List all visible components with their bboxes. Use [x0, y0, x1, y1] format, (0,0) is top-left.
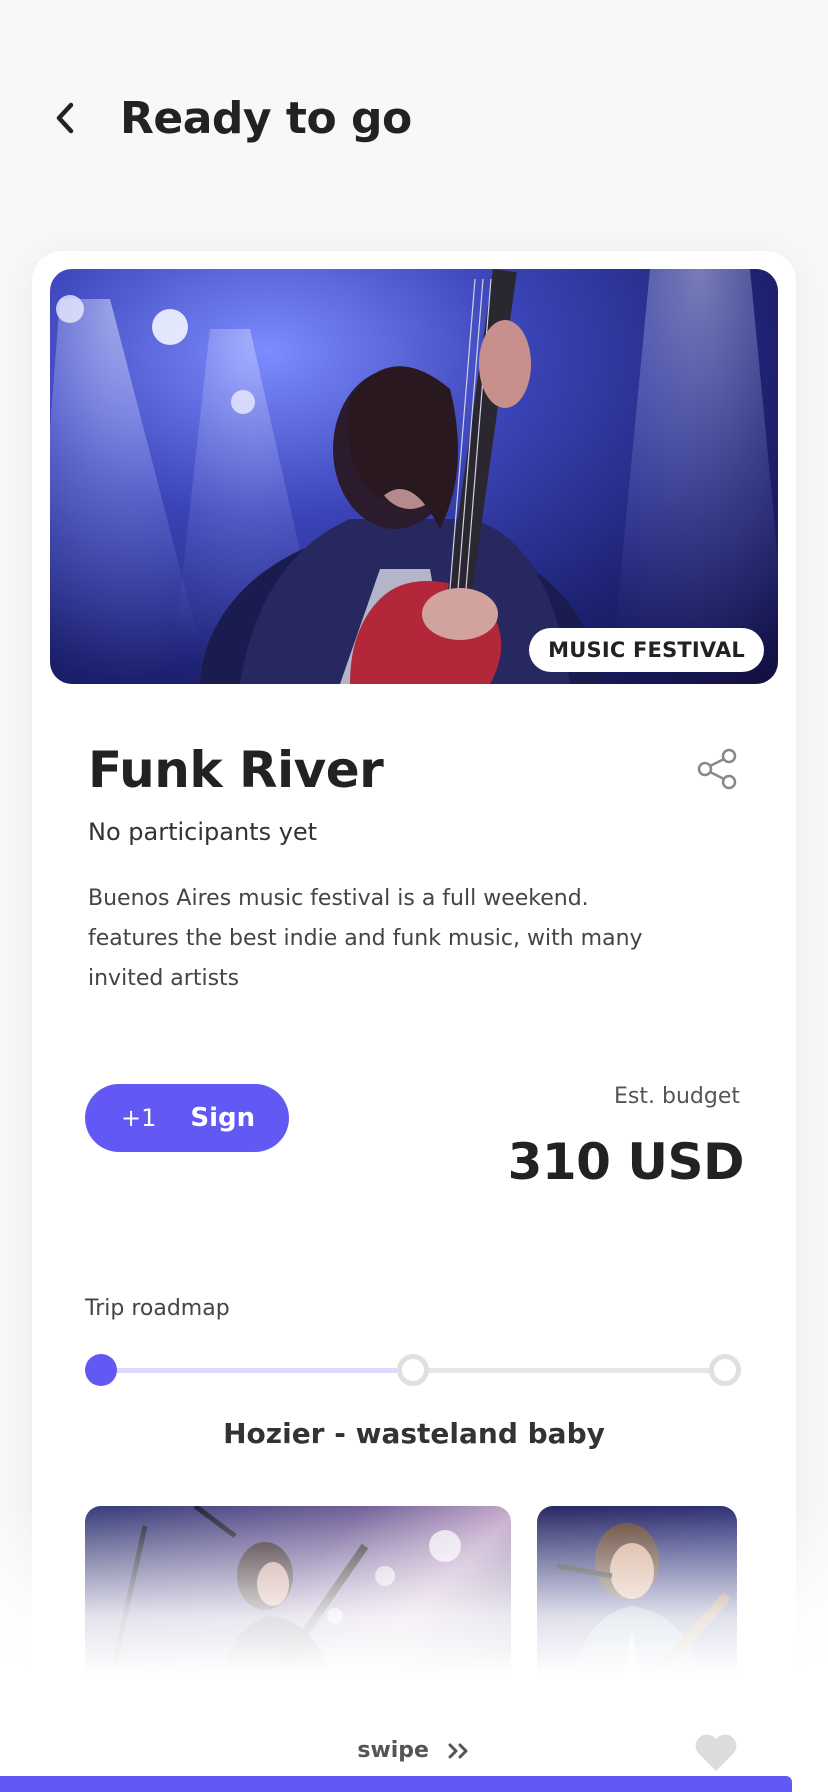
sign-count: +1 [121, 1104, 157, 1132]
budget-label: Est. budget [614, 1084, 740, 1109]
favorite-button[interactable] [693, 1733, 739, 1773]
bottom-accent-bar [0, 1776, 792, 1792]
event-title: Funk River [88, 741, 384, 799]
swipe-label: swipe [357, 1738, 429, 1763]
roadmap-step-2[interactable] [397, 1354, 429, 1386]
double-chevron-right-icon [448, 1743, 468, 1759]
concert-photo-illustration [102, 1506, 461, 1706]
roadmap-step-1[interactable] [85, 1354, 117, 1386]
concert-photo-illustration [50, 269, 778, 684]
event-card: MUSIC FESTIVAL Funk River No participant… [32, 251, 796, 1792]
song-title: Hozier - wasteland baby [223, 1417, 605, 1450]
chevron-left-icon [56, 102, 74, 134]
roadmap-label: Trip roadmap [85, 1296, 230, 1321]
header: Ready to go [50, 88, 412, 148]
concert-photo-illustration [556, 1523, 731, 1706]
roadmap-progress [85, 1353, 741, 1387]
sign-button[interactable]: +1 Sign [85, 1084, 289, 1152]
budget-value: 310 USD [507, 1133, 745, 1191]
screen: Ready to go MUSIC FESTIVAL Funk River No… [0, 0, 828, 1792]
sign-label: Sign [190, 1103, 256, 1133]
page-title: Ready to go [120, 92, 412, 144]
gallery-image-2[interactable] [537, 1506, 737, 1706]
participants-text: No participants yet [88, 818, 318, 846]
roadmap-step-3[interactable] [709, 1354, 741, 1386]
category-badge: MUSIC FESTIVAL [529, 628, 764, 672]
roadmap-track-fill [101, 1368, 397, 1373]
event-description: Buenos Aires music festival is a full we… [88, 886, 643, 991]
heart-icon [695, 1734, 737, 1771]
event-hero-image[interactable]: MUSIC FESTIVAL [50, 269, 778, 684]
share-button[interactable] [696, 747, 740, 791]
gallery-image-1[interactable] [85, 1506, 511, 1706]
share-icon [697, 748, 737, 790]
back-button[interactable] [50, 98, 80, 138]
